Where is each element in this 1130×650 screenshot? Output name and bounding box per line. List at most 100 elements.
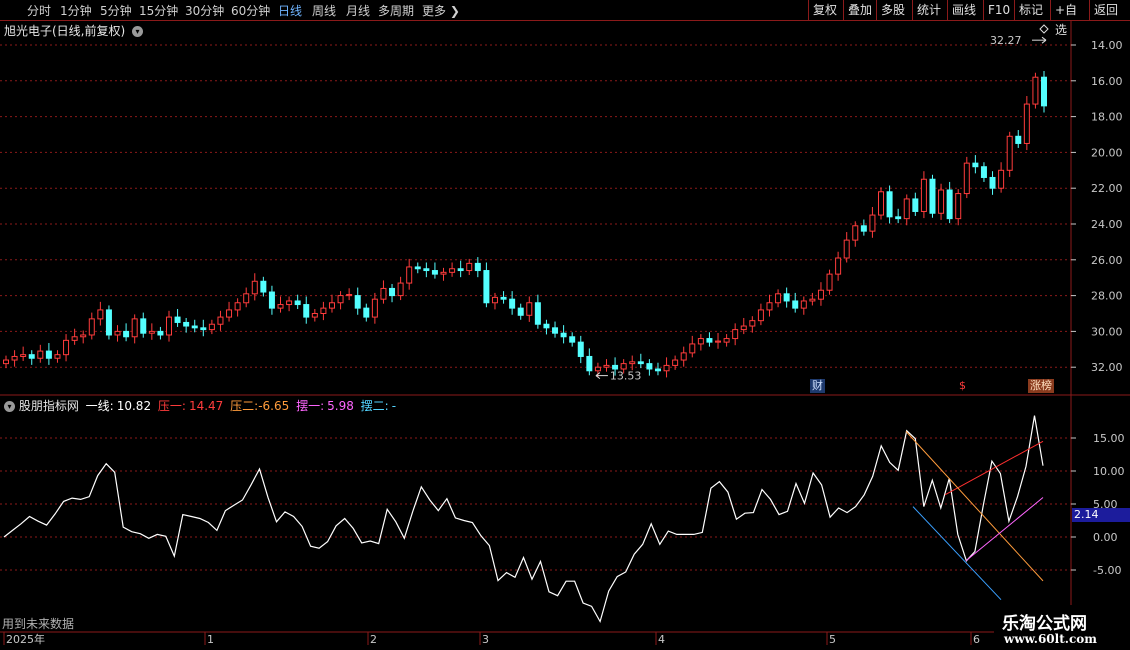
candle-body-56 <box>483 270 490 304</box>
candle-body-117 <box>1006 135 1013 171</box>
bai1-trendline <box>965 497 1044 562</box>
candle-body-28 <box>243 293 250 304</box>
high-label: 32.27 <box>990 34 1022 47</box>
candle-body-102 <box>878 191 885 216</box>
candle-body-20 <box>174 316 181 323</box>
dollar-marker[interactable]: $ <box>957 379 968 393</box>
ya1-trendline <box>944 440 1044 496</box>
candle-body-107 <box>920 178 927 212</box>
price-tick-label-9: 14.00 <box>1091 39 1123 52</box>
candle-body-55 <box>474 262 481 272</box>
candle-body-85 <box>732 329 739 340</box>
indicator-header: ▾ 股朋指标网 一线: 10.82 压一: 14.47 压二:-6.65 摆一: 5.… <box>4 397 396 414</box>
candle-body-110 <box>946 189 953 220</box>
candle-body-66 <box>569 336 576 343</box>
candle-body-73 <box>629 361 636 365</box>
candle-body-99 <box>852 225 859 241</box>
candle-body-87 <box>749 320 756 327</box>
stock-chart: 32.0030.0028.0026.0024.0022.0020.0018.00… <box>0 21 1130 646</box>
candle-body-13 <box>114 330 121 336</box>
candle-body-12 <box>105 309 112 336</box>
candle-body-81 <box>697 338 704 345</box>
ind-tick-label-3: 0.00 <box>1093 531 1118 544</box>
watermark-logo: 乐淘公式网 www.60lt.com <box>994 605 1130 650</box>
candle-body-53 <box>457 268 464 272</box>
candle-body-112 <box>963 162 970 195</box>
candle-body-119 <box>1023 103 1030 144</box>
candle-body-59 <box>509 298 516 309</box>
finance-marker[interactable]: 财 <box>810 379 825 393</box>
candle-body-61 <box>526 302 533 316</box>
candle-body-106 <box>912 198 919 212</box>
date-label-2: 2 <box>370 633 377 646</box>
price-tick-label-2: 28.00 <box>1091 290 1123 303</box>
candle-body-93 <box>800 300 807 309</box>
candle-body-116 <box>998 169 1005 189</box>
candle-body-42 <box>363 307 370 318</box>
candle-body-24 <box>208 323 215 331</box>
candle-body-52 <box>449 268 456 273</box>
candle-body-30 <box>260 280 267 293</box>
chevron-down-icon[interactable]: ▾ <box>4 401 15 412</box>
date-label-5: 5 <box>829 633 836 646</box>
ind-tick-label-4: -5.00 <box>1093 564 1121 577</box>
candle-body-91 <box>783 293 790 302</box>
candle-body-21 <box>183 321 190 327</box>
candle-body-62 <box>534 302 541 325</box>
candle-body-19 <box>165 316 172 336</box>
candle-body-47 <box>406 266 413 284</box>
candle-body-11 <box>97 309 104 320</box>
price-tick-label-6: 20.00 <box>1091 146 1123 159</box>
candle-body-96 <box>826 273 833 291</box>
candle-body-50 <box>431 270 438 275</box>
stock-title[interactable]: 旭光电子(日线,前复权) ▾ <box>4 22 144 39</box>
candle-body-1 <box>11 355 18 361</box>
candle-body-7 <box>63 339 70 356</box>
candle-body-9 <box>80 334 87 338</box>
candle-body-22 <box>191 325 198 329</box>
candle-body-33 <box>286 300 293 306</box>
candle-body-23 <box>200 327 207 331</box>
candle-body-36 <box>311 313 318 318</box>
candle-body-29 <box>251 280 258 295</box>
candle-body-74 <box>637 361 644 365</box>
candle-body-67 <box>577 341 584 357</box>
candle-body-76 <box>654 368 661 372</box>
bai2-value: - <box>391 399 397 413</box>
candle-body-86 <box>740 325 747 331</box>
candle-body-5 <box>45 350 52 359</box>
candle-body-98 <box>843 239 850 259</box>
candle-body-84 <box>723 338 730 343</box>
candle-body-54 <box>466 262 473 272</box>
limit-up-marker[interactable]: 涨榜 <box>1028 379 1054 393</box>
price-tick-label-5: 22.00 <box>1091 182 1123 195</box>
candle-body-27 <box>234 302 241 311</box>
candle-body-89 <box>766 302 773 311</box>
candle-body-114 <box>980 166 987 178</box>
candle-body-103 <box>886 191 893 218</box>
candle-body-18 <box>157 330 164 336</box>
candle-body-78 <box>672 359 679 366</box>
candle-body-75 <box>646 363 653 370</box>
price-tick-label-3: 26.00 <box>1091 254 1123 267</box>
candle-body-88 <box>757 309 764 322</box>
bai1-label: 摆一: <box>296 399 325 413</box>
ind-tick-label-0: 15.00 <box>1093 432 1125 445</box>
candle-body-57 <box>491 296 498 304</box>
candle-body-14 <box>123 330 130 338</box>
ya1-value: 14.47 <box>188 399 224 413</box>
candle-body-71 <box>612 364 619 370</box>
candle-body-94 <box>809 298 816 302</box>
candle-body-49 <box>423 268 430 272</box>
candle-body-120 <box>1032 76 1039 105</box>
candle-body-39 <box>337 295 344 304</box>
candle-body-25 <box>217 316 224 325</box>
line1-label: 一线: <box>85 399 114 413</box>
candle-body-35 <box>303 304 310 318</box>
candle-body-41 <box>354 295 361 309</box>
line1-value: 10.82 <box>116 399 152 413</box>
candle-body-31 <box>268 291 275 309</box>
chevron-down-icon[interactable]: ▾ <box>132 26 144 37</box>
candle-body-4 <box>37 350 44 359</box>
candle-body-40 <box>346 294 353 297</box>
